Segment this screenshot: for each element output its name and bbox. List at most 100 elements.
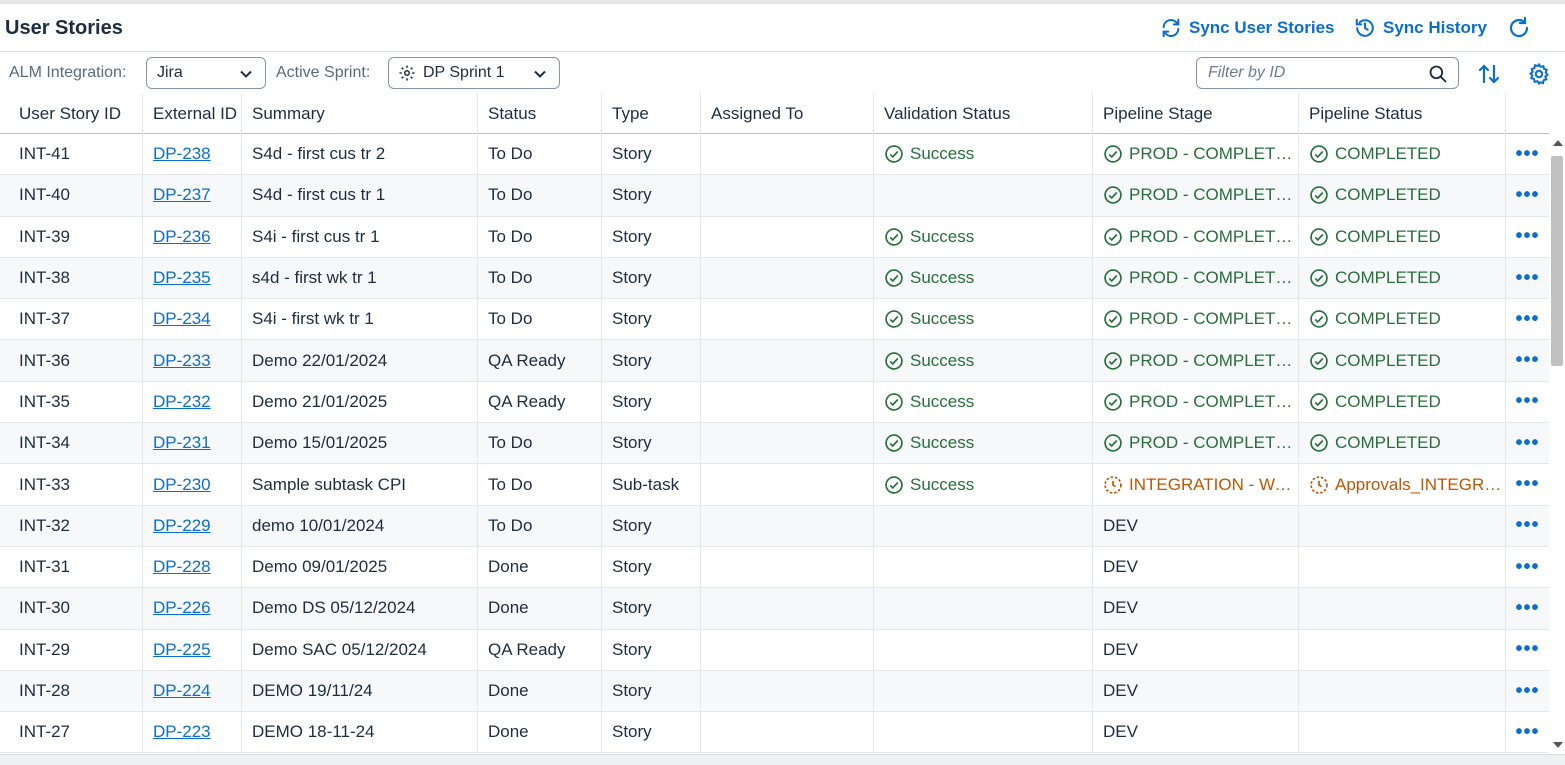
pipeline-stage: PROD - COMPLETED: [1093, 134, 1299, 175]
status-text: Done: [488, 598, 529, 618]
more-actions-icon[interactable]: •••: [1515, 143, 1539, 166]
cell-external-id: DP-238: [143, 134, 242, 175]
success-check-icon: [1104, 434, 1122, 452]
external-id-link[interactable]: DP-232: [153, 392, 211, 412]
table-row[interactable]: INT-37 DP-234 S4i - first wk tr 1 To Do Stor…: [0, 299, 1549, 341]
table-row[interactable]: INT-40 DP-237 S4d - first cus tr 1 To Do Sto…: [0, 175, 1549, 217]
alm-integration-select[interactable]: Jira: [146, 57, 266, 89]
success-check-icon: [1310, 351, 1328, 370]
sync-user-stories-button[interactable]: Sync User Stories: [1160, 15, 1335, 41]
column-header-type[interactable]: Type: [602, 93, 701, 134]
gear-icon: [399, 65, 415, 81]
cell-status: QA Ready: [478, 629, 602, 670]
filter-by-id-field[interactable]: [1196, 57, 1459, 89]
column-header-status[interactable]: Status: [478, 93, 602, 134]
more-actions-icon[interactable]: •••: [1515, 473, 1539, 496]
column-header-pipeline-status[interactable]: Pipeline Status: [1299, 93, 1506, 134]
table-row[interactable]: INT-28 DP-224 DEMO 19/11/24 Done Story DEV •••: [0, 670, 1549, 713]
more-actions-icon[interactable]: •••: [1515, 597, 1539, 620]
cell-actions: •••: [1506, 175, 1549, 215]
more-actions-icon[interactable]: •••: [1515, 721, 1539, 744]
pipeline-status: [1299, 670, 1506, 712]
more-actions-icon[interactable]: •••: [1515, 390, 1539, 413]
table-row[interactable]: INT-34 DP-231 Demo 15/01/2025 To Do Story Suc…: [0, 423, 1549, 465]
validation-status-badge: Success: [884, 433, 974, 453]
cell-status: Done: [478, 670, 602, 712]
table-row[interactable]: INT-36 DP-233 Demo 22/01/2024 QA Ready Story…: [0, 340, 1549, 382]
table-row[interactable]: INT-35 DP-232 Demo 21/01/2025 QA Ready Story…: [0, 381, 1549, 424]
external-id-link[interactable]: DP-234: [153, 309, 211, 329]
filter-toolbar: ALM Integration: Jira Active Sprint: DP …: [0, 53, 1565, 93]
more-actions-icon[interactable]: •••: [1515, 432, 1539, 455]
table-row[interactable]: INT-30 DP-226 Demo DS 05/12/2024 Done Story D…: [0, 588, 1549, 630]
column-header-external-id[interactable]: External ID: [143, 93, 242, 134]
pipeline-status: COMPLETED: [1299, 423, 1506, 464]
pipeline-stage-text: PROD - COMPLETED: [1129, 268, 1298, 288]
external-id-link[interactable]: DP-237: [153, 185, 211, 205]
more-actions-icon[interactable]: •••: [1515, 308, 1539, 331]
more-actions-icon[interactable]: •••: [1515, 349, 1539, 372]
scroll-up-arrow[interactable]: [1553, 140, 1563, 146]
table-row[interactable]: INT-39 DP-236 S4i - first cus tr 1 To Do Sto…: [0, 216, 1549, 258]
filter-by-id-input[interactable]: [1208, 64, 1418, 82]
settings-icon[interactable]: [1527, 62, 1551, 86]
table-row[interactable]: INT-32 DP-229 demo 10/01/2024 To Do Story DEV…: [0, 505, 1549, 547]
external-id-link[interactable]: DP-228: [153, 557, 211, 577]
external-id-link[interactable]: DP-224: [153, 681, 211, 701]
more-actions-icon[interactable]: •••: [1515, 638, 1539, 661]
external-id-link[interactable]: DP-223: [153, 722, 211, 742]
table-row[interactable]: INT-38 DP-235 s4d - first wk tr 1 To Do Stor…: [0, 257, 1549, 300]
validation-status-text: Success: [910, 226, 975, 246]
sync-history-button[interactable]: Sync History: [1354, 15, 1487, 41]
success-check-icon: [885, 145, 903, 163]
table-row[interactable]: INT-29 DP-225 Demo SAC 05/12/2024 QA Ready S…: [0, 629, 1549, 671]
success-check-icon: [885, 351, 903, 370]
external-id-link[interactable]: DP-226: [153, 598, 211, 618]
more-actions-icon[interactable]: •••: [1515, 680, 1539, 703]
validation-status: [874, 588, 1093, 629]
column-header-validation-status[interactable]: Validation Status: [874, 93, 1093, 134]
summary-text: s4d - first wk tr 1: [252, 268, 377, 288]
table-row[interactable]: INT-33 DP-230 Sample subtask CPI To Do Sub-t…: [0, 464, 1549, 506]
validation-status-badge: Success: [884, 392, 974, 412]
table-row[interactable]: INT-31 DP-228 Demo 09/01/2025 Done Story DEV •…: [0, 546, 1549, 589]
more-actions-icon[interactable]: •••: [1515, 556, 1539, 579]
column-header-summary[interactable]: Summary: [242, 93, 478, 134]
cell-actions: •••: [1506, 258, 1549, 298]
more-actions-icon[interactable]: •••: [1515, 267, 1539, 290]
cell-actions: •••: [1506, 671, 1549, 711]
scroll-down-arrow[interactable]: [1553, 742, 1563, 748]
more-actions-icon[interactable]: •••: [1515, 184, 1539, 207]
external-id-link[interactable]: DP-236: [153, 227, 211, 247]
external-id-link[interactable]: DP-233: [153, 351, 211, 371]
active-sprint-select[interactable]: DP Sprint 1: [388, 57, 560, 89]
pipeline-stage-badge: PROD - COMPLETED: [1103, 144, 1298, 164]
sort-icon[interactable]: [1477, 62, 1501, 86]
cell-type: Story: [602, 670, 701, 712]
cell-user-story-id: INT-28: [0, 670, 143, 712]
external-id-link[interactable]: DP-231: [153, 433, 211, 453]
column-header-assigned-to[interactable]: Assigned To: [701, 93, 874, 134]
more-actions-icon[interactable]: •••: [1515, 225, 1539, 248]
more-actions-icon[interactable]: •••: [1515, 514, 1539, 537]
external-id-link[interactable]: DP-235: [153, 268, 211, 288]
in-progress-icon: [1310, 475, 1328, 494]
pipeline-stage-badge: PROD - COMPLETED: [1103, 227, 1298, 247]
cell-summary: S4d - first cus tr 1: [242, 175, 478, 216]
column-header-user-story-id[interactable]: User Story ID: [0, 93, 143, 134]
external-id-link[interactable]: DP-225: [153, 640, 211, 660]
cell-type: Story: [602, 546, 701, 588]
vertical-scrollbar[interactable]: [1549, 134, 1565, 754]
external-id-link[interactable]: DP-238: [153, 144, 211, 164]
table-row[interactable]: INT-27 DP-223 DEMO 18-11-24 Done Story DEV •••: [0, 712, 1549, 754]
refresh-button[interactable]: [1507, 15, 1538, 41]
table-row[interactable]: INT-41 DP-238 S4d - first cus tr 2 To Do Sto…: [0, 134, 1549, 176]
scrollbar-thumb[interactable]: [1551, 156, 1563, 366]
column-header-pipeline-stage[interactable]: Pipeline Stage: [1093, 93, 1299, 134]
validation-status: [874, 546, 1093, 588]
external-id-link[interactable]: DP-230: [153, 475, 211, 495]
search-icon[interactable]: [1428, 64, 1448, 84]
status-text: QA Ready: [488, 350, 566, 370]
user-story-id: INT-31: [19, 557, 71, 577]
external-id-link[interactable]: DP-229: [153, 516, 211, 536]
